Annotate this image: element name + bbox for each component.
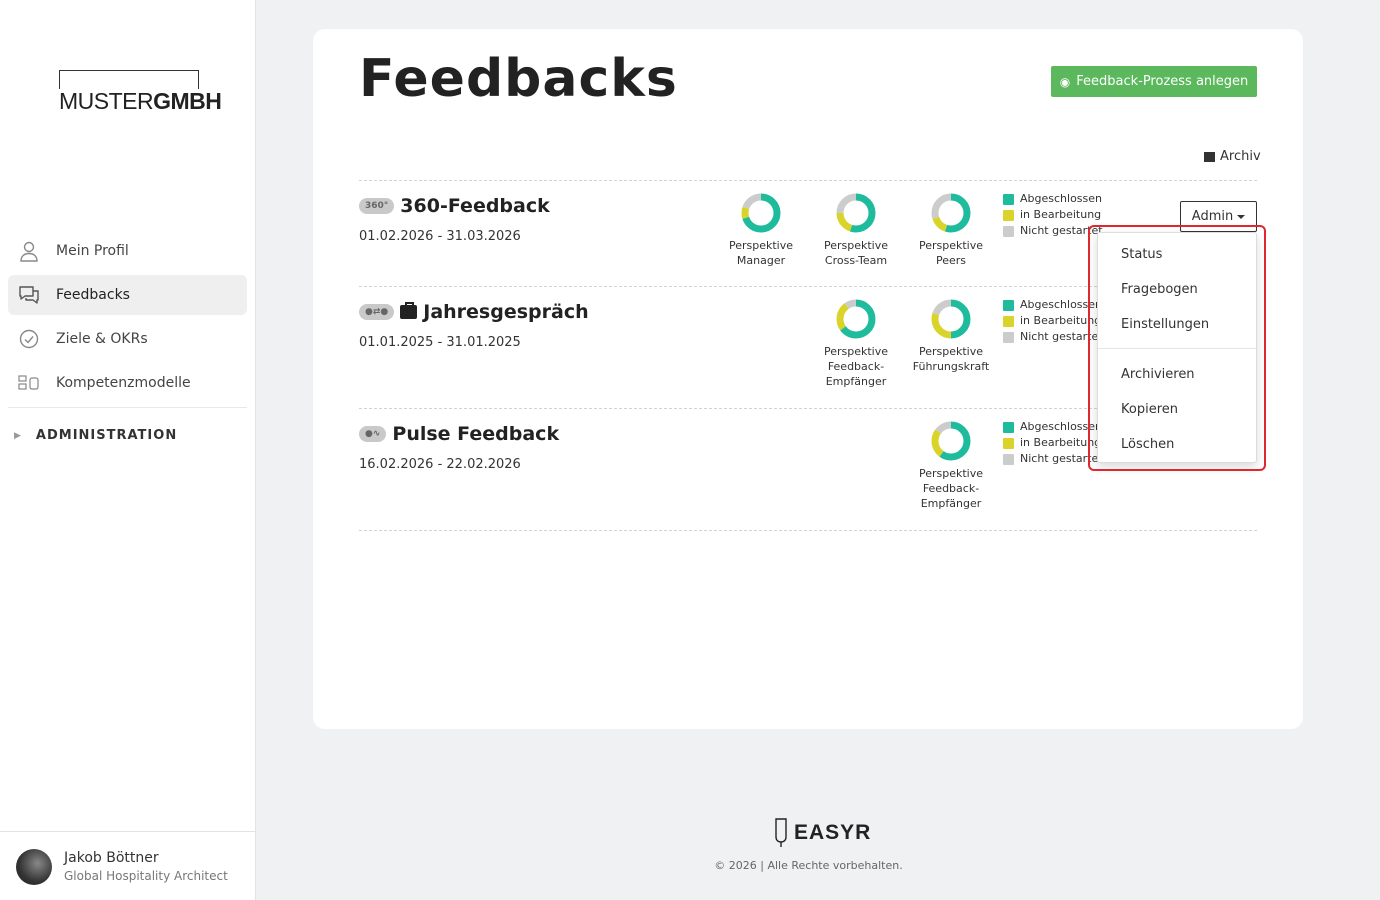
chevron-right-icon: ▶: [14, 430, 22, 441]
perspective-manager[interactable]: Perspektive Manager: [716, 192, 806, 268]
perspective-label: Perspektive: [918, 345, 984, 358]
footer-copyright: © 2026 | Alle Rechte vorbehalten.: [714, 859, 903, 872]
sidebar: MUSTERGMBH Mein Profil Feedbacks Ziele &…: [0, 0, 256, 900]
logo-bold: GMBH: [153, 88, 222, 114]
row-divider: [359, 530, 1257, 531]
360-badge-icon: 360°: [359, 198, 395, 214]
user-icon: [18, 240, 40, 262]
sidebar-item-label: Kompetenzmodelle: [56, 375, 191, 391]
feedback-name[interactable]: Pulse Feedback: [392, 423, 559, 445]
perspective-label: Empfänger: [825, 375, 887, 388]
sidebar-item-administration[interactable]: ▶ ADMINISTRATION: [14, 428, 177, 443]
feedback-row-jahresgespraech[interactable]: ●⇄● Jahresgespräch 01.01.2025 - 31.01.20…: [359, 301, 589, 350]
competency-icon: [18, 372, 40, 394]
perspective-label: Perspektive: [918, 239, 984, 252]
briefcase-icon: [400, 302, 418, 319]
easyr-logo: EASYR: [772, 818, 871, 848]
feedback-name[interactable]: Jahresgespräch: [423, 301, 588, 323]
legend-label: Abgeschlossen: [1020, 192, 1102, 205]
feedback-name[interactable]: 360-Feedback: [400, 195, 549, 217]
dropdown-highlight-frame: [1088, 225, 1266, 471]
nav-divider: [8, 407, 247, 408]
legend-swatch-not-started: [1003, 225, 1014, 237]
perspective-label: Cross-Team: [824, 254, 888, 267]
dashboard-icon: ◉: [1059, 74, 1071, 89]
archive-link[interactable]: Archiv: [1204, 149, 1261, 164]
pulse-icon: ●∿: [359, 426, 387, 442]
perspective-feedback-empfaenger[interactable]: Perspektive Feedback- Empfänger: [906, 420, 996, 511]
legend-swatch-in-progress: [1003, 209, 1014, 221]
archive-icon: [1204, 151, 1215, 162]
legend-swatch-in-progress: [1003, 437, 1014, 449]
people-exchange-icon: ●⇄●: [359, 304, 395, 320]
progress-donut: [931, 299, 971, 339]
admin-button-label: Admin: [1191, 209, 1234, 224]
progress-donut: [741, 193, 781, 233]
sidebar-item-label: Feedbacks: [56, 287, 130, 303]
perspective-fuehrungskraft[interactable]: Perspektive Führungskraft: [906, 298, 996, 374]
perspective-cross-team[interactable]: Perspektive Cross-Team: [811, 192, 901, 268]
legend-swatch-in-progress: [1003, 315, 1014, 327]
legend-swatch-not-started: [1003, 331, 1014, 343]
perspective-label: Perspektive: [823, 239, 889, 252]
sidebar-item-feedbacks[interactable]: Feedbacks: [8, 275, 247, 315]
perspective-label: Manager: [736, 254, 786, 267]
progress-donut: [836, 299, 876, 339]
feedback-date: 01.01.2025 - 31.01.2025: [359, 335, 521, 350]
perspective-feedback-empfaenger[interactable]: Perspektive Feedback- Empfänger: [811, 298, 901, 389]
perspective-peers[interactable]: Perspektive Peers: [906, 192, 996, 268]
badge-label: 360°: [365, 201, 389, 211]
perspective-label: Führungskraft: [912, 360, 990, 373]
sidebar-item-mein-profil[interactable]: Mein Profil: [8, 231, 247, 271]
chat-icon: [18, 284, 40, 306]
sidebar-item-label: Mein Profil: [56, 243, 129, 259]
easyr-pin-icon: [775, 818, 787, 847]
caret-down-icon: [1237, 214, 1246, 219]
page-title: Feedbacks: [359, 49, 678, 109]
progress-donut: [836, 193, 876, 233]
check-circle-icon: [18, 328, 40, 350]
perspective-label: Empfänger: [920, 497, 982, 510]
feedback-row-pulse[interactable]: ●∿ Pulse Feedback 16.02.2026 - 22.02.202…: [359, 423, 559, 472]
feedback-date: 16.02.2026 - 22.02.2026: [359, 457, 521, 472]
perspective-label: Perspektive: [728, 239, 794, 252]
feedback-row-360[interactable]: 360° 360-Feedback 01.02.2026 - 31.03.202…: [359, 195, 550, 244]
administration-label: ADMINISTRATION: [35, 428, 178, 443]
legend-label: in Bearbeitung: [1020, 208, 1102, 221]
sidebar-nav: Mein Profil Feedbacks Ziele & OKRs Kompe…: [8, 231, 247, 407]
sidebar-item-label: Ziele & OKRs: [56, 331, 148, 347]
legend-swatch-done: [1003, 193, 1014, 205]
create-feedback-process-button[interactable]: ◉ Feedback-Prozess anlegen: [1051, 66, 1257, 97]
legend-swatch-done: [1003, 421, 1014, 433]
logo-light: MUSTER: [59, 88, 154, 114]
perspective-label: Peers: [935, 254, 967, 267]
perspective-label: Feedback-: [922, 482, 980, 495]
progress-donut: [931, 421, 971, 461]
legend-swatch-not-started: [1003, 453, 1014, 465]
legend-swatch-done: [1003, 299, 1014, 311]
row-divider: [359, 180, 1257, 181]
perspective-label: Feedback-: [827, 360, 885, 373]
perspective-label: Perspektive: [918, 467, 984, 480]
footer-logo-text: EASYR: [794, 821, 872, 844]
feedback-date: 01.02.2026 - 31.03.2026: [359, 229, 521, 244]
archive-label: Archiv: [1220, 149, 1261, 164]
company-logo: MUSTERGMBH: [58, 70, 226, 115]
create-button-label: Feedback-Prozess anlegen: [1076, 74, 1249, 89]
sidebar-item-kompetenzmodelle[interactable]: Kompetenzmodelle: [8, 363, 247, 403]
sidebar-item-ziele-okrs[interactable]: Ziele & OKRs: [8, 319, 247, 359]
perspective-label: Perspektive: [823, 345, 889, 358]
progress-donut: [931, 193, 971, 233]
